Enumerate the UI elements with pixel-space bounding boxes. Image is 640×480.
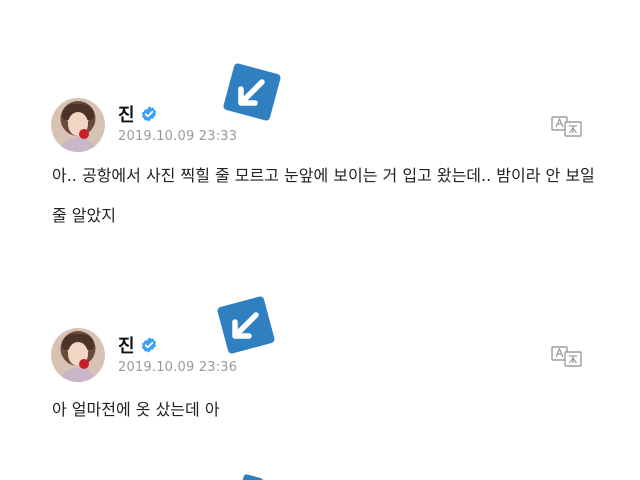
post-timestamp: 2019.10.09 23:36: [118, 360, 238, 375]
post-card: 진 2019.10.09 23:36 아 얼마전에 옷 샀는데 아: [0, 260, 640, 460]
translate-icon[interactable]: [550, 114, 584, 138]
post-timestamp: 2019.10.09 23:33: [118, 129, 238, 144]
avatar-rose: [79, 359, 89, 369]
author-name-label: 진: [118, 336, 135, 357]
fan-feed: 진 2019.10.09 23:33 아.. 공항에서 사진 찍힐 줄 모르고 …: [0, 0, 640, 480]
post-card: 진 2019.10.09 23:33 아.. 공항에서 사진 찍힐 줄 모르고 …: [0, 0, 640, 260]
avatar[interactable]: [51, 98, 105, 152]
arrow-down-left-icon: [223, 63, 281, 121]
post-body: 아.. 공항에서 사진 찍힐 줄 모르고 눈앞에 보이는 거 입고 왔는데.. …: [52, 166, 595, 225]
post-body: 아 얼마전에 옷 샀는데 아: [52, 400, 220, 419]
author-name[interactable]: 진: [118, 101, 158, 127]
translate-icon[interactable]: [550, 344, 584, 368]
verified-badge-icon: [141, 337, 156, 353]
author-name[interactable]: 진: [118, 332, 158, 358]
avatar-shirt: [57, 138, 99, 152]
avatar[interactable]: [51, 328, 105, 382]
arrow-down-left-icon: [217, 296, 275, 354]
arrow-down-left-icon: [240, 474, 264, 480]
avatar-rose: [79, 129, 89, 139]
verified-badge-icon: [141, 106, 156, 122]
avatar-shirt: [57, 368, 99, 382]
author-name-label: 진: [118, 105, 135, 126]
